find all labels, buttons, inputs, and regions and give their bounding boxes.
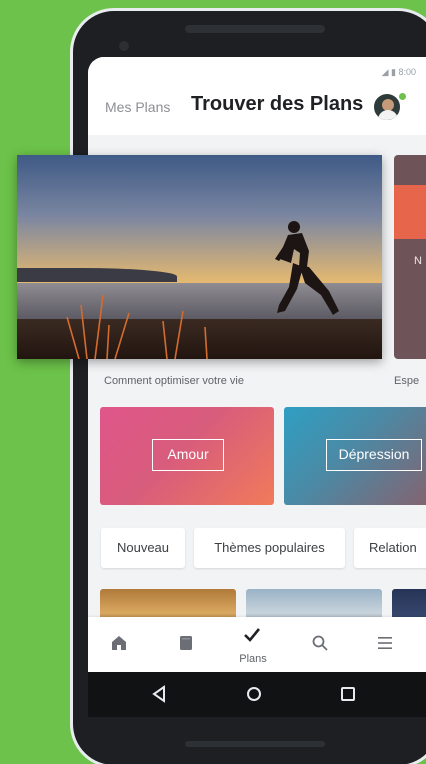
- status-icons: ◢ ▮ 8:00: [382, 67, 416, 78]
- filter-chip-popular[interactable]: Thèmes populaires: [194, 528, 345, 568]
- featured-caption-1: Comment optimiser votre vie: [104, 375, 244, 387]
- signal-icon: ◢: [381, 67, 389, 77]
- topic-label: Amour: [152, 439, 224, 471]
- status-bar: ◢ ▮ 8:00: [88, 57, 426, 87]
- back-icon[interactable]: [148, 684, 172, 704]
- app-header: Mes Plans Trouver des Plans: [88, 87, 426, 135]
- search-icon: [312, 635, 328, 651]
- nav-search[interactable]: [296, 617, 346, 672]
- nav-plans[interactable]: Plans: [228, 617, 278, 672]
- avatar[interactable]: [372, 92, 402, 122]
- phone-camera: [119, 41, 129, 51]
- battery-icon: ▮: [391, 67, 396, 77]
- featured-card-2[interactable]: N: [394, 155, 426, 359]
- topic-label: Dépression: [326, 439, 422, 471]
- book-icon: [180, 636, 192, 650]
- recents-icon[interactable]: [336, 684, 360, 704]
- menu-icon: [378, 637, 392, 649]
- phone-bottom-speaker: [185, 741, 325, 747]
- check-icon: [244, 628, 261, 642]
- status-time: 8:00: [398, 67, 416, 77]
- bottom-nav: Plans: [88, 617, 426, 672]
- tab-my-plans[interactable]: Mes Plans: [105, 99, 170, 115]
- android-nav-bar: [88, 672, 426, 717]
- featured-caption-2: Espe: [394, 375, 420, 387]
- home-icon: [112, 636, 126, 650]
- home-circle-icon[interactable]: [242, 684, 266, 704]
- nav-home[interactable]: [95, 617, 145, 672]
- topic-card-love[interactable]: Amour: [100, 407, 274, 505]
- topic-card-depression[interactable]: Dépression: [284, 407, 426, 505]
- online-indicator: [399, 93, 406, 100]
- featured-card-1[interactable]: [17, 155, 382, 359]
- runner-silhouette: [66, 221, 339, 359]
- filter-chip-new[interactable]: Nouveau: [101, 528, 185, 568]
- tab-find-plans[interactable]: Trouver des Plans: [191, 93, 363, 116]
- phone-speaker: [185, 25, 325, 33]
- nav-menu[interactable]: [361, 617, 411, 672]
- nav-library[interactable]: [162, 617, 212, 672]
- nav-plans-label: Plans: [239, 653, 267, 665]
- filter-chip-relation[interactable]: Relation: [354, 528, 426, 568]
